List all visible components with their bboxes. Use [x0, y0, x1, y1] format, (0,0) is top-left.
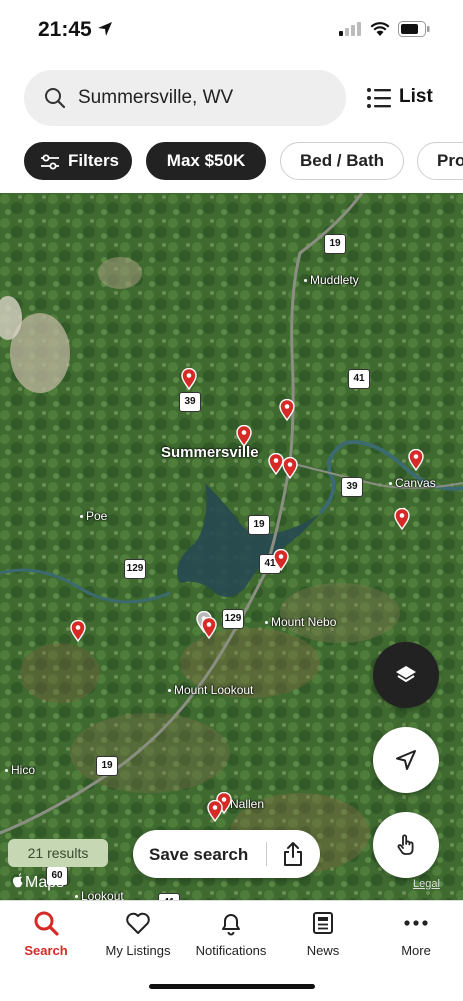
search-icon [45, 88, 66, 109]
search-bar[interactable]: Summersville, WV [24, 70, 346, 126]
save-search-button[interactable]: Save search [149, 845, 248, 865]
map-label-lookout: Lookout [75, 889, 124, 900]
list-icon [367, 88, 391, 108]
map-label-muddlety: Muddlety [304, 273, 359, 287]
listing-pin[interactable] [394, 508, 410, 530]
map-label-canvas-text: Canvas [395, 476, 436, 490]
draw-area-button[interactable] [373, 812, 439, 878]
map-layers-button[interactable] [373, 642, 439, 708]
status-time: 21:45 [38, 18, 92, 41]
route-shield-19: 19 [96, 756, 118, 776]
map-label-canvas: Canvas [389, 476, 436, 490]
tab-my-listings-label: My Listings [105, 943, 171, 958]
listing-pin[interactable] [236, 425, 252, 447]
map-label-poe: Poe [80, 509, 107, 523]
save-search-divider [266, 842, 267, 866]
legal-link[interactable]: Legal [413, 878, 440, 890]
tab-more-label: More [401, 943, 431, 958]
search-icon [34, 911, 59, 936]
tab-search[interactable]: Search [0, 909, 92, 958]
layers-icon [396, 666, 416, 682]
search-input[interactable]: Summersville, WV [78, 87, 233, 109]
route-shield-41: 41 [348, 369, 370, 389]
pointer-hand-icon [397, 834, 414, 855]
max-price-chip[interactable]: Max $50K [146, 142, 266, 180]
route-shield-129: 129 [124, 559, 146, 579]
map-label-mount-lookout: Mount Lookout [168, 683, 253, 697]
route-shield-39: 39 [341, 477, 363, 497]
cellular-signal-icon [339, 22, 361, 36]
location-arrow-icon [98, 22, 112, 36]
route-shield-19: 19 [324, 234, 346, 254]
apple-maps-attribution: Maps [12, 873, 64, 892]
route-shield-19: 19 [248, 515, 270, 535]
route-shield-41: 41 [158, 893, 180, 900]
tab-news[interactable]: News [277, 909, 369, 958]
tab-news-label: News [306, 943, 340, 958]
map-label-hico: Hico [5, 763, 35, 777]
apple-maps-label: Maps [25, 874, 65, 891]
filters-chip[interactable]: Filters [24, 142, 132, 180]
newspaper-icon [313, 912, 333, 934]
map-label-mount-nebo: Mount Nebo [265, 615, 336, 629]
navigation-arrow-icon [396, 750, 416, 770]
heart-icon [126, 912, 150, 934]
listing-pin[interactable] [273, 549, 289, 571]
tab-my-listings[interactable]: My Listings [92, 909, 184, 958]
list-label: List [399, 86, 433, 107]
filters-chip-label: Filters [68, 151, 120, 170]
map-label-muddlety-text: Muddlety [310, 273, 359, 287]
route-shield-129: 129 [222, 609, 244, 629]
battery-icon [398, 21, 430, 37]
map-label-poe-text: Poe [86, 509, 108, 523]
listing-pin[interactable] [207, 800, 223, 822]
listing-pin[interactable] [282, 457, 298, 479]
tab-more[interactable]: More [370, 909, 462, 958]
listing-pin[interactable] [408, 449, 424, 471]
map-label-lookout-text: Lookout [81, 889, 124, 900]
status-bar: 21:45 [0, 0, 463, 60]
property-type-chip[interactable]: Pro [417, 142, 463, 180]
map-label-nallen-text: Nallen [230, 797, 265, 811]
sliders-icon [41, 154, 59, 170]
listing-pin[interactable] [279, 399, 295, 421]
home-indicator [149, 984, 315, 989]
apple-logo-icon [12, 873, 23, 888]
map-label-mount-lookout-text: Mount Lookout [174, 683, 254, 697]
results-count-badge: 21 results [8, 839, 108, 867]
route-shield-39: 39 [179, 392, 201, 412]
map-label-hico-text: Hico [11, 763, 36, 777]
wifi-icon [370, 22, 390, 36]
tab-notifications-label: Notifications [195, 943, 267, 958]
tab-search-label: Search [24, 943, 68, 958]
save-search-bar: Save search [133, 830, 320, 878]
satellite-map[interactable]: Summersville Muddlety Canvas Poe Mount N… [0, 193, 463, 900]
more-dots-icon [404, 920, 428, 926]
listing-pin[interactable] [181, 368, 197, 390]
bed-bath-chip[interactable]: Bed / Bath [280, 142, 404, 180]
listing-pin[interactable] [70, 620, 86, 642]
filter-chips: Filters Max $50K Bed / Bath Pro [0, 142, 463, 182]
share-icon[interactable] [281, 841, 305, 867]
map-label-mount-nebo-text: Mount Nebo [271, 615, 337, 629]
tab-notifications[interactable]: Notifications [185, 909, 277, 958]
bell-icon [222, 914, 240, 936]
current-location-button[interactable] [373, 727, 439, 793]
listing-pin[interactable] [201, 617, 217, 639]
